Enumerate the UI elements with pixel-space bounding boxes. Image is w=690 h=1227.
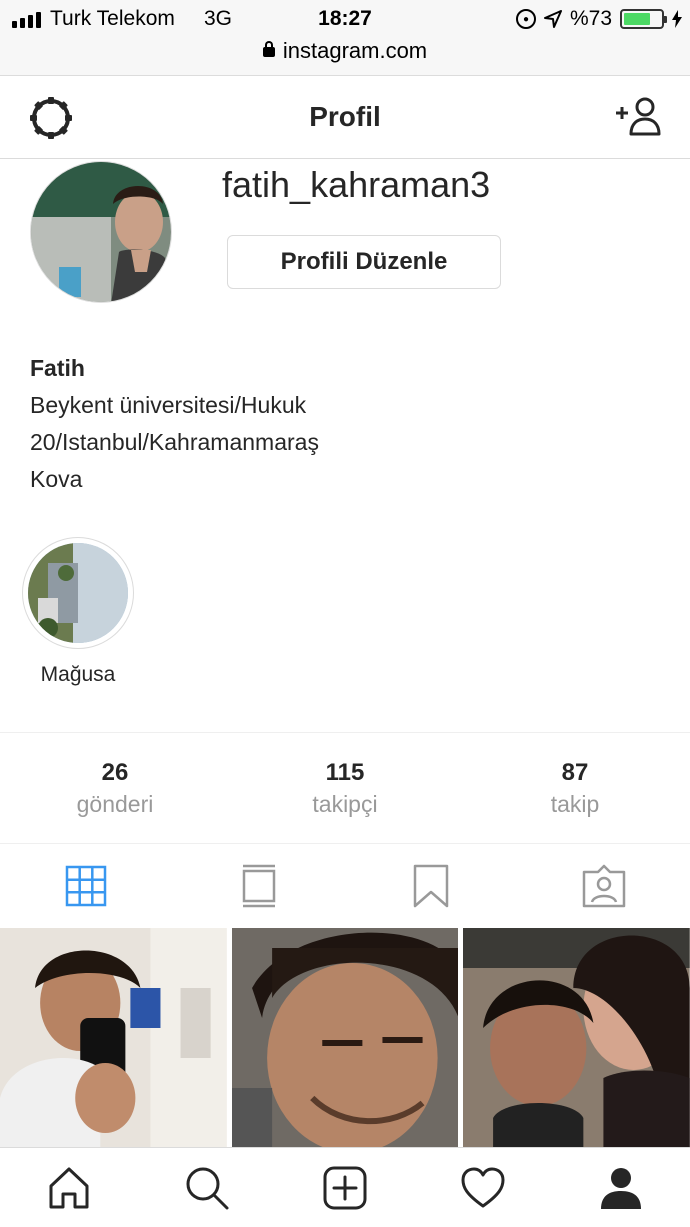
battery-percent: %73 — [569, 7, 612, 30]
bio-line: Kova — [30, 466, 83, 492]
edit-profile-button[interactable]: Profili Düzenle — [227, 235, 501, 289]
tagged-icon — [582, 864, 625, 908]
orientation-lock-icon: ● — [515, 9, 536, 29]
stat-posts: 26 gönderi — [0, 733, 230, 843]
posts-grid — [0, 928, 690, 1148]
padlock-icon — [262, 41, 275, 57]
stat-label: takip — [550, 791, 600, 817]
nav-new-post[interactable] — [276, 1148, 414, 1227]
feed-icon — [242, 864, 275, 908]
home-icon — [49, 1167, 89, 1208]
highlight-ring — [22, 537, 134, 649]
bio-line: 20/Istanbul/Kahramanmaraş — [30, 429, 319, 455]
status-bar: Turk Telekom 3G 18:27 ● %73 instagram.co… — [0, 0, 690, 76]
bio-line: Beykent üniversitesi/Hukuk — [30, 392, 307, 418]
url-text: instagram.com — [282, 38, 428, 63]
stat-value: 26 — [101, 759, 129, 786]
nav-activity[interactable] — [414, 1148, 552, 1227]
stat-value: 87 — [561, 759, 589, 786]
tab-saved[interactable] — [345, 845, 518, 927]
profile-stats: 26 gönderi 115 takipçi 87 takip — [0, 732, 690, 844]
new-post-icon — [323, 1166, 367, 1209]
tab-feed[interactable] — [173, 845, 346, 927]
activity-icon — [461, 1167, 505, 1207]
grid-icon — [66, 865, 107, 907]
profile-tabs — [0, 845, 690, 927]
profile-name: Fatih — [30, 355, 85, 381]
avatar-image — [31, 162, 171, 302]
stat-label: gönderi — [76, 791, 154, 817]
stat-followers[interactable]: 115 takipçi — [230, 733, 460, 843]
app-header: Profil — [0, 77, 690, 159]
highlight-label: Mağusa — [40, 663, 116, 686]
battery-icon — [620, 9, 667, 29]
post-thumbnail[interactable] — [231, 928, 459, 1148]
profile-icon — [601, 1167, 641, 1209]
post-thumbnail[interactable] — [0, 928, 227, 1148]
url-bar[interactable]: instagram.com — [0, 38, 690, 64]
add-user-icon[interactable] — [614, 97, 662, 137]
nav-search[interactable] — [138, 1148, 276, 1227]
bottom-navigation — [0, 1147, 690, 1227]
profile-bio: Fatih Beykent üniversitesi/Hukuk 20/Ista… — [30, 350, 319, 498]
tab-tagged[interactable] — [518, 845, 690, 927]
location-arrow-icon — [543, 10, 562, 28]
nav-home[interactable] — [0, 1148, 138, 1227]
nav-profile[interactable] — [552, 1148, 690, 1227]
avatar[interactable] — [30, 161, 172, 303]
charging-bolt-icon — [672, 10, 682, 28]
stat-label: takipçi — [312, 791, 378, 817]
search-icon — [186, 1167, 229, 1209]
profile-username: fatih_kahraman3 — [222, 164, 491, 205]
page-title: Profil — [309, 101, 381, 132]
stat-value: 115 — [325, 759, 365, 786]
post-thumbnail[interactable] — [463, 928, 690, 1148]
highlight-image — [28, 543, 128, 643]
stat-following[interactable]: 87 takip — [460, 733, 690, 843]
tab-grid[interactable] — [0, 845, 173, 927]
story-highlight[interactable]: Mağusa — [22, 537, 134, 687]
saved-icon — [414, 864, 449, 908]
